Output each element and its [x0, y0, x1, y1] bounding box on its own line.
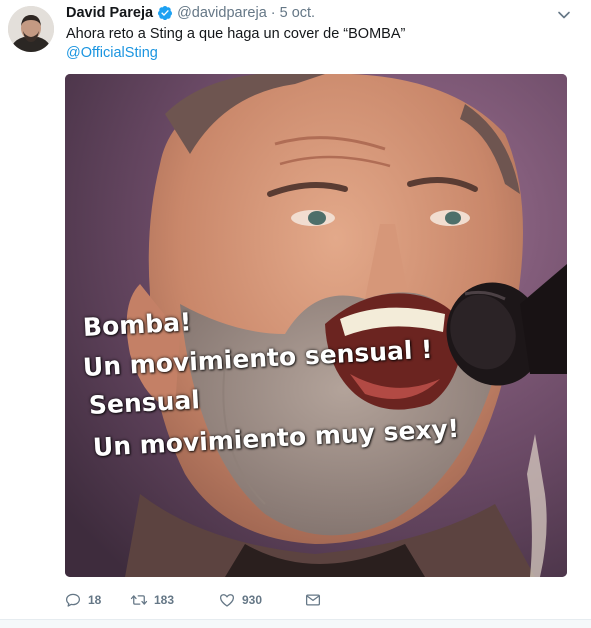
reply-icon — [65, 593, 81, 607]
retweet-icon — [130, 595, 148, 605]
reply-button[interactable]: 18 — [64, 591, 130, 609]
retweet-count: 183 — [154, 593, 175, 607]
verified-badge-icon — [158, 6, 173, 21]
avatar-image — [8, 6, 54, 52]
tweet-media-photo[interactable]: Bomba! Un movimiento sensual ! Sensual U… — [65, 74, 567, 577]
tweet-text: Ahora reto a Sting a que haga un cover d… — [66, 25, 566, 63]
reply-count: 18 — [88, 593, 102, 607]
author-name[interactable]: David Pareja — [66, 5, 153, 21]
photo-image — [65, 74, 567, 577]
author-handle[interactable]: @davidpareja — [177, 5, 267, 21]
tweet-timestamp[interactable]: 5 oct. — [280, 5, 315, 21]
tweet-divider — [0, 619, 591, 628]
like-button[interactable]: 930 — [218, 591, 304, 609]
tweet-body: Ahora reto a Sting a que haga un cover d… — [66, 26, 406, 42]
tweet-card: David Pareja @davidpareja · 5 oct. Ahora… — [0, 0, 591, 628]
mention-link[interactable]: @OfficialSting — [66, 44, 566, 63]
like-icon — [219, 594, 235, 607]
message-icon — [305, 594, 321, 606]
avatar[interactable] — [8, 6, 54, 52]
tweet-actions: 18 183 930 — [64, 589, 322, 611]
tweet-header: David Pareja @davidpareja · 5 oct. — [66, 3, 315, 23]
direct-message-button[interactable] — [304, 591, 322, 609]
retweet-button[interactable]: 183 — [130, 591, 218, 609]
separator-dot: · — [270, 5, 276, 21]
caret-down-icon[interactable] — [557, 8, 571, 22]
like-count: 930 — [242, 593, 263, 607]
